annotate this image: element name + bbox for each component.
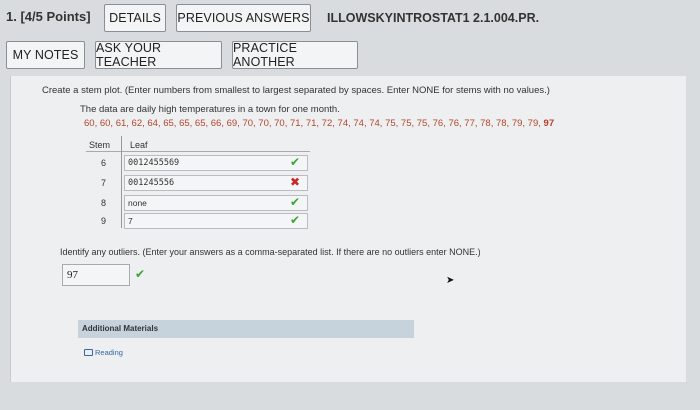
- check-icon: ✔: [135, 267, 146, 281]
- ask-teacher-button[interactable]: ASK YOUR TEACHER: [95, 41, 222, 69]
- leaf-input[interactable]: 001245556: [124, 175, 308, 191]
- leaf-header: Leaf: [130, 140, 148, 150]
- outliers-instruction: Identify any outliers. (Enter your answe…: [60, 247, 481, 257]
- check-icon: ✔: [290, 213, 301, 227]
- outliers-input[interactable]: 97: [62, 264, 130, 286]
- additional-materials-header: Additional Materials: [78, 320, 414, 338]
- data-values-list: 60, 60, 61, 62, 64, 65, 65, 65, 66, 69, …: [84, 118, 541, 129]
- mouse-cursor-icon: ➤: [446, 275, 455, 286]
- leaf-input[interactable]: 0012455569: [124, 155, 308, 171]
- cross-icon: ✖: [290, 175, 301, 189]
- previous-answers-button[interactable]: PREVIOUS ANSWERS: [176, 4, 311, 32]
- practice-another-button[interactable]: PRACTICE ANOTHER: [232, 41, 358, 69]
- data-description: The data are daily high temperatures in …: [80, 104, 340, 115]
- data-values-last: 97: [543, 118, 555, 129]
- leaf-input[interactable]: 7: [124, 213, 308, 229]
- question-number: 1.: [6, 9, 17, 24]
- question-code: ILLOWSKYINTROSTAT1 2.1.004.PR.: [327, 11, 540, 25]
- book-icon: [84, 349, 93, 356]
- details-button[interactable]: DETAILS: [104, 4, 166, 32]
- question-header: 1. [4/5 Points]: [6, 9, 91, 24]
- stem-header: Stem: [89, 140, 111, 150]
- stem-value: 8: [100, 198, 106, 208]
- check-icon: ✔: [290, 155, 301, 169]
- leaf-input[interactable]: none: [124, 195, 308, 211]
- stem-divider: [121, 136, 122, 228]
- stemplot-instruction: Create a stem plot. (Enter numbers from …: [42, 85, 550, 96]
- header-divider: [86, 151, 310, 152]
- my-notes-button[interactable]: MY NOTES: [6, 41, 85, 69]
- reading-link[interactable]: Reading: [84, 348, 123, 357]
- data-values: 60, 60, 61, 62, 64, 65, 65, 65, 66, 69, …: [84, 118, 554, 129]
- stem-value: 6: [100, 158, 106, 168]
- stem-value: 9: [100, 216, 106, 226]
- check-icon: ✔: [290, 195, 301, 209]
- question-points: [4/5 Points]: [20, 9, 91, 24]
- stem-value: 7: [100, 178, 106, 188]
- reading-label: Reading: [95, 348, 123, 357]
